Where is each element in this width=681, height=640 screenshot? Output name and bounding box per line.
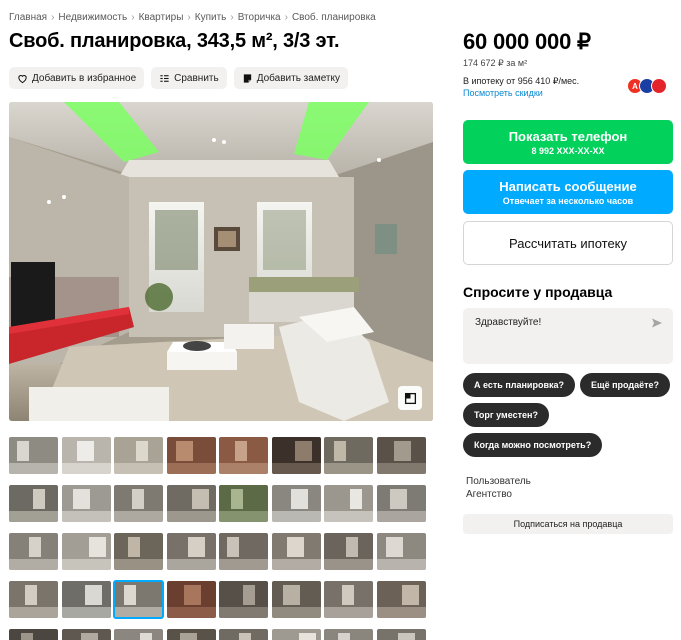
photo-thumbnail[interactable]	[271, 581, 321, 618]
photo-thumbnail[interactable]	[271, 533, 321, 570]
mortgage-from: В ипотеку от 956 410 ₽/мес.	[463, 76, 580, 86]
photo-thumbnail[interactable]	[376, 629, 426, 640]
quick-question-chip[interactable]: Ещё продаёте?	[580, 373, 671, 397]
breadcrumb: Главная › Недвижимость › Квартиры › Купить › Вто…	[9, 12, 376, 23]
photo-thumbnail[interactable]	[9, 629, 58, 640]
fullscreen-button[interactable]	[398, 386, 422, 410]
photo-thumbnail[interactable]	[219, 629, 268, 640]
photo-thumbnail[interactable]	[166, 485, 216, 522]
add-note-label: Добавить заметку	[256, 72, 340, 84]
listing-actions: Добавить в избранное Сравнить Добавить з…	[9, 67, 348, 89]
breadcrumb-separator: ›	[230, 12, 234, 23]
photo-thumbnail[interactable]	[9, 485, 58, 522]
photo-thumbnail[interactable]	[376, 533, 426, 570]
photo-thumbnail[interactable]	[324, 629, 373, 640]
write-message-button[interactable]: Написать сообщение Отвечает за несколько…	[463, 170, 673, 214]
photo-thumbnail[interactable]	[219, 581, 268, 618]
message-input[interactable]: Здравствуйте!	[463, 308, 673, 364]
ask-seller-title: Спросите у продавца	[463, 284, 613, 300]
photo-thumbnail[interactable]	[61, 437, 111, 474]
view-discounts-link[interactable]: Посмотреть скидки	[463, 88, 543, 98]
phone-masked: 8 992 XXX-XX-XX	[531, 145, 605, 156]
calculate-mortgage-label: Рассчитать ипотеку	[508, 235, 628, 251]
quick-question-chip[interactable]: Торг уместен?	[463, 403, 549, 427]
photo-thumbnail[interactable]	[9, 437, 58, 474]
photo-thumbnail[interactable]	[376, 485, 426, 522]
breadcrumb-item[interactable]: Своб. планировка	[292, 12, 376, 23]
photo-thumbnail[interactable]	[61, 629, 111, 640]
page-title: Своб. планировка, 343,5 м², 3/3 эт.	[9, 30, 340, 52]
message-input-text: Здравствуйте!	[475, 317, 542, 328]
breadcrumb-separator: ›	[187, 12, 191, 23]
bank-logo-icon	[651, 78, 667, 94]
breadcrumb-item[interactable]: Главная	[9, 12, 47, 23]
show-phone-label: Показать телефон	[508, 128, 628, 144]
bank-logos[interactable]: А	[627, 78, 667, 94]
price-per-sqm: 174 672 ₽ за м²	[463, 58, 528, 68]
show-phone-button[interactable]: Показать телефон 8 992 XXX-XX-XX	[463, 120, 673, 164]
photo-thumbnail[interactable]	[114, 533, 163, 570]
quick-question-chip[interactable]: Когда можно посмотреть?	[463, 433, 603, 457]
subscribe-seller-button[interactable]: Подписаться на продавца	[463, 514, 673, 534]
breadcrumb-item[interactable]: Квартиры	[139, 12, 184, 23]
add-to-favorites-label: Добавить в избранное	[32, 72, 137, 84]
photo-thumbnail[interactable]	[219, 485, 268, 522]
add-note-button[interactable]: Добавить заметку	[233, 67, 348, 89]
photo-thumbnail[interactable]	[376, 581, 426, 618]
photo-thumbnail[interactable]	[271, 485, 321, 522]
photo-thumbnail[interactable]	[271, 629, 321, 640]
photo-thumbnail[interactable]	[271, 437, 321, 474]
living-room-photo	[9, 102, 433, 421]
photo-thumbnail[interactable]	[114, 485, 163, 522]
seller-name[interactable]: Агентство	[466, 489, 512, 500]
photo-thumbnail[interactable]	[114, 437, 163, 474]
photo-thumbnails	[9, 437, 433, 640]
compare-icon	[160, 74, 169, 82]
breadcrumb-item[interactable]: Вторичка	[238, 12, 281, 23]
price: 60 000 000 ₽	[463, 29, 591, 54]
main-photo[interactable]	[9, 102, 433, 421]
breadcrumb-separator: ›	[284, 12, 288, 23]
breadcrumb-separator: ›	[131, 12, 135, 23]
photo-thumbnail[interactable]	[166, 581, 216, 618]
photo-thumbnail[interactable]	[166, 437, 216, 474]
add-to-favorites-button[interactable]: Добавить в избранное	[9, 67, 145, 89]
photo-thumbnail[interactable]	[376, 437, 426, 474]
heart-icon	[18, 74, 27, 83]
photo-thumbnail[interactable]	[324, 581, 373, 618]
calculate-mortgage-button[interactable]: Рассчитать ипотеку	[463, 221, 673, 265]
reply-time: Отвечает за несколько часов	[502, 195, 634, 206]
photo-thumbnail[interactable]	[219, 533, 268, 570]
send-icon[interactable]	[651, 317, 663, 329]
breadcrumb-item[interactable]: Недвижимость	[58, 12, 127, 23]
photo-thumbnail[interactable]	[324, 437, 373, 474]
photo-thumbnail[interactable]	[324, 533, 373, 570]
note-icon	[243, 73, 251, 83]
photo-thumbnail[interactable]	[61, 581, 111, 618]
seller-role: Пользователь	[466, 476, 531, 487]
breadcrumb-separator: ›	[51, 12, 55, 23]
photo-thumbnail[interactable]	[61, 533, 111, 570]
compare-button[interactable]: Сравнить	[151, 67, 227, 89]
photo-thumbnail[interactable]	[113, 580, 164, 619]
expand-icon	[404, 392, 416, 404]
photo-thumbnail[interactable]	[166, 533, 216, 570]
photo-thumbnail[interactable]	[114, 629, 163, 640]
photo-thumbnail[interactable]	[9, 581, 58, 618]
photo-thumbnail[interactable]	[219, 437, 268, 474]
breadcrumb-item[interactable]: Купить	[195, 12, 227, 23]
photo-thumbnail[interactable]	[166, 629, 216, 640]
quick-question-chip[interactable]: А есть планировка?	[463, 373, 575, 397]
photo-thumbnail[interactable]	[61, 485, 111, 522]
photo-thumbnail[interactable]	[324, 485, 373, 522]
compare-label: Сравнить	[174, 72, 219, 84]
write-message-label: Написать сообщение	[499, 178, 637, 194]
photo-thumbnail[interactable]	[9, 533, 58, 570]
quick-questions: А есть планировка? Ещё продаёте? Торг умес…	[463, 373, 678, 457]
